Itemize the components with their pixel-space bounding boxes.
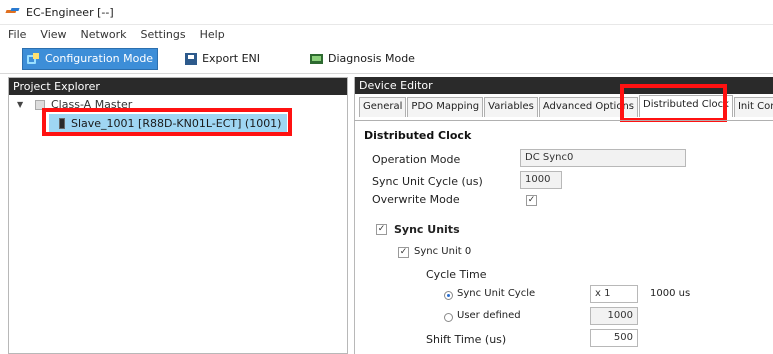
app-logo-icon	[5, 7, 22, 17]
save-disk-icon	[184, 52, 198, 65]
menu-bar: File View Network Settings Help	[0, 24, 773, 44]
menu-file[interactable]: File	[8, 28, 26, 41]
highlight-box-slave	[42, 108, 292, 136]
overwrite-mode-checkbox[interactable]: ✓	[526, 195, 537, 206]
sync-unit-cycle-radio[interactable]	[444, 291, 453, 300]
cycle-multiplier-select[interactable]: x 1	[590, 285, 638, 303]
shift-time-label: Shift Time (us)	[426, 333, 507, 346]
tab-init-commands[interactable]: Init Com	[733, 97, 773, 117]
distributed-clock-panel: Distributed Clock Operation Mode DC Sync…	[354, 120, 773, 354]
diagnosis-mode-label: Diagnosis Mode	[328, 52, 415, 65]
shift-time-field[interactable]: 500	[590, 329, 638, 347]
operation-mode-field[interactable]: DC Sync0	[520, 149, 686, 167]
user-defined-field[interactable]: 1000	[590, 307, 638, 325]
tab-variables[interactable]: Variables	[484, 97, 538, 117]
tab-general[interactable]: General	[359, 97, 407, 117]
highlight-box-tab	[620, 84, 727, 122]
sync-unit0-label: Sync Unit 0	[414, 246, 472, 257]
export-eni-button[interactable]: Export ENI	[180, 48, 264, 70]
menu-help[interactable]: Help	[200, 28, 225, 41]
sync-unit-cycle-radio-label: Sync Unit Cycle	[457, 288, 536, 299]
toolbar: Configuration Mode Export ENI Diagnosis …	[0, 44, 773, 74]
menu-settings[interactable]: Settings	[140, 28, 185, 41]
sync-unit-cycle-label: Sync Unit Cycle (us)	[372, 175, 483, 188]
sync-unit-cycle-field[interactable]: 1000	[520, 171, 562, 189]
section-title: Distributed Clock	[364, 129, 472, 142]
window-title: EC-Engineer [--]	[26, 5, 114, 19]
collapse-arrow-icon[interactable]: ▼	[17, 100, 35, 109]
configuration-mode-button[interactable]: Configuration Mode	[22, 47, 159, 70]
menu-view[interactable]: View	[40, 28, 66, 41]
configuration-mode-label: Configuration Mode	[45, 52, 154, 65]
tab-pdo-mapping[interactable]: PDO Mapping	[407, 97, 484, 117]
menu-network[interactable]: Network	[81, 28, 127, 41]
diagnosis-mode-button[interactable]: Diagnosis Mode	[306, 48, 419, 70]
project-explorer-header: Project Explorer	[9, 78, 347, 95]
configuration-icon	[27, 52, 41, 65]
cycle-time-label: Cycle Time	[426, 268, 487, 281]
user-defined-label: User defined	[457, 310, 521, 321]
operation-mode-label: Operation Mode	[372, 153, 461, 166]
sync-units-checkbox[interactable]: ✓	[376, 224, 387, 235]
overwrite-mode-label: Overwrite Mode	[372, 193, 460, 206]
user-defined-radio[interactable]	[444, 313, 453, 322]
title-bar: EC-Engineer [--]	[0, 0, 773, 24]
cycle-us-text: 1000 us	[650, 288, 691, 299]
diagnosis-icon	[310, 53, 324, 65]
export-eni-label: Export ENI	[202, 52, 261, 65]
sync-unit0-checkbox[interactable]: ✓	[398, 247, 409, 258]
sync-units-label: Sync Units	[394, 223, 460, 236]
